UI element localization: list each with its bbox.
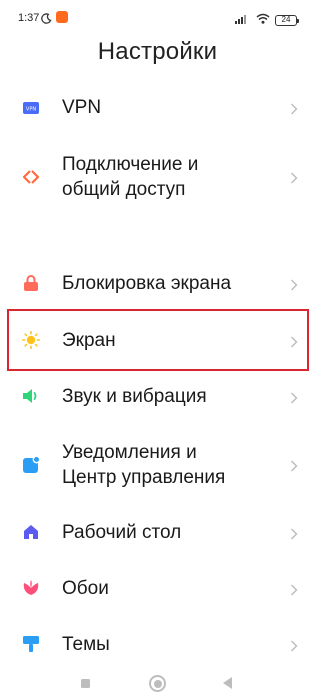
notifications-label-line2: Центр управления [62, 467, 226, 488]
wallpaper-label: Обои [62, 578, 109, 599]
moon-icon [41, 11, 52, 29]
home-icon [22, 523, 40, 541]
chevron-right-icon [290, 171, 298, 184]
navigation-bar [0, 668, 315, 700]
settings-item-home-screen[interactable]: Рабочий стол [0, 520, 315, 545]
page-title: Настройки [97, 38, 218, 65]
settings-item-sound[interactable]: Звук и вибрация [0, 384, 315, 409]
svg-text:VPN: VPN [26, 106, 36, 112]
settings-item-display[interactable]: Экран [0, 328, 315, 353]
settings-item-wallpaper[interactable]: Обои [0, 576, 315, 601]
settings-item-themes[interactable]: Темы [0, 632, 315, 657]
wifi-icon [256, 11, 270, 29]
lock-screen-label: Блокировка экрана [62, 273, 232, 294]
home-button[interactable] [149, 675, 166, 692]
sun-icon [22, 331, 40, 349]
app-notification-icon [56, 11, 68, 23]
vpn-label: VPN [62, 97, 102, 118]
settings-item-lock-screen[interactable]: Блокировка экрана [0, 271, 315, 296]
themes-label: Темы [62, 634, 110, 655]
recents-button[interactable] [81, 679, 90, 688]
chevron-right-icon [290, 278, 298, 291]
settings-item-connection-sharing[interactable]: Подключение и общий доступ [0, 152, 315, 202]
sound-label: Звук и вибрация [62, 386, 207, 407]
chevron-right-icon [290, 583, 298, 596]
vpn-icon: VPN [22, 99, 40, 117]
display-label: Экран [62, 330, 116, 351]
status-time: 1:37 [18, 12, 40, 24]
chevron-right-icon [290, 459, 298, 472]
notification-icon [22, 456, 40, 474]
brush-icon [22, 635, 40, 653]
speaker-icon [22, 387, 40, 405]
home-screen-label: Рабочий стол [62, 522, 182, 543]
signal-icon [235, 11, 251, 29]
flower-icon [22, 579, 40, 597]
status-right: 24 [235, 11, 299, 29]
status-bar: 1:37 24 [0, 0, 315, 34]
chevron-right-icon [290, 639, 298, 652]
battery-icon: 24 [275, 14, 299, 26]
connection-label-line1: Подключение и [62, 154, 199, 175]
settings-item-vpn[interactable]: VPN VPN [0, 95, 315, 120]
connection-label-line2: общий доступ [62, 179, 186, 200]
notifications-label-line1: Уведомления и [62, 442, 197, 463]
chevron-right-icon [290, 527, 298, 540]
chevron-right-icon [290, 335, 298, 348]
back-button[interactable] [223, 677, 232, 689]
chevron-right-icon [290, 102, 298, 115]
chevron-right-icon [290, 391, 298, 404]
share-connection-icon [22, 168, 40, 186]
lock-icon [22, 274, 40, 292]
settings-item-notifications[interactable]: Уведомления и Центр управления [0, 440, 315, 490]
